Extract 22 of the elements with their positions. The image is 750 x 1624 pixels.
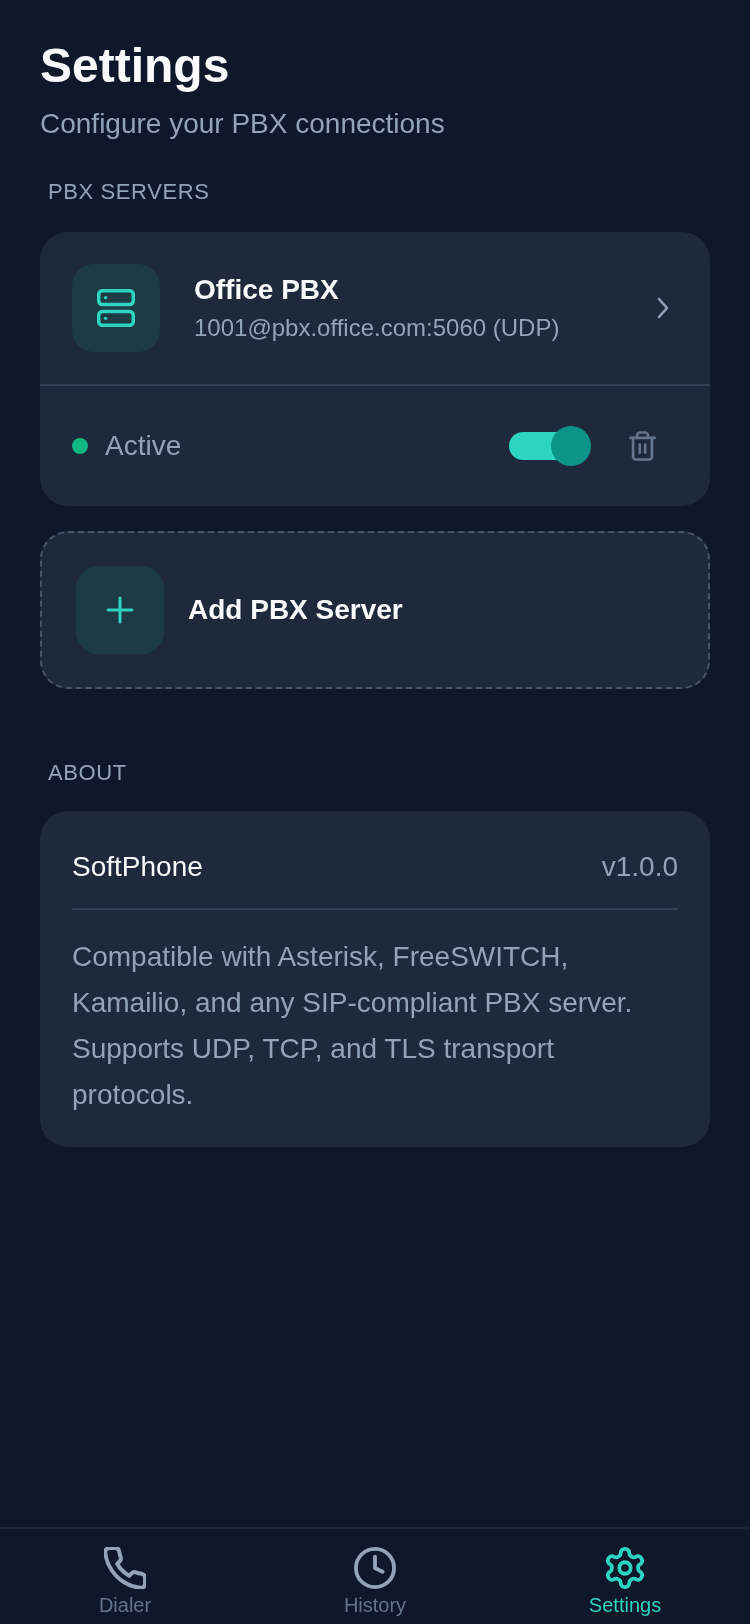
trash-icon[interactable] <box>629 431 656 461</box>
phone-icon <box>104 1547 146 1589</box>
settings-icon <box>604 1547 646 1589</box>
app-name: SoftPhone <box>72 851 203 883</box>
clock-icon <box>354 1547 396 1589</box>
section-label: ABOUT <box>48 760 127 786</box>
nav-tab[interactable]: Settings <box>500 1529 750 1624</box>
server-icon <box>72 264 160 352</box>
status-label: Active <box>105 429 182 463</box>
server-address: 1001@pbx.office.com:5060 (UDP) <box>194 313 560 343</box>
app-version: v1.0.0 <box>601 851 678 883</box>
page-title: Settings <box>40 38 230 94</box>
toggle-switch[interactable] <box>509 426 591 466</box>
page-subtitle: Configure your PBX connections <box>40 107 445 141</box>
nav-tab[interactable]: Dialer <box>0 1529 250 1624</box>
section-label: PBX SERVERS <box>48 179 210 205</box>
chevron-right-icon[interactable] <box>657 297 669 319</box>
app-description: Compatible with Asterisk, FreeSWITCH, Kamailio, and any SIP-compliant PBX server. Supports UDP, TCP, and TLS transport protocols. <box>72 940 634 1112</box>
nav-tab[interactable]: History <box>250 1529 500 1624</box>
plus-icon <box>76 566 164 654</box>
server-name: Office PBX <box>194 273 339 307</box>
add-server-button[interactable]: Add PBX Server <box>40 531 710 689</box>
